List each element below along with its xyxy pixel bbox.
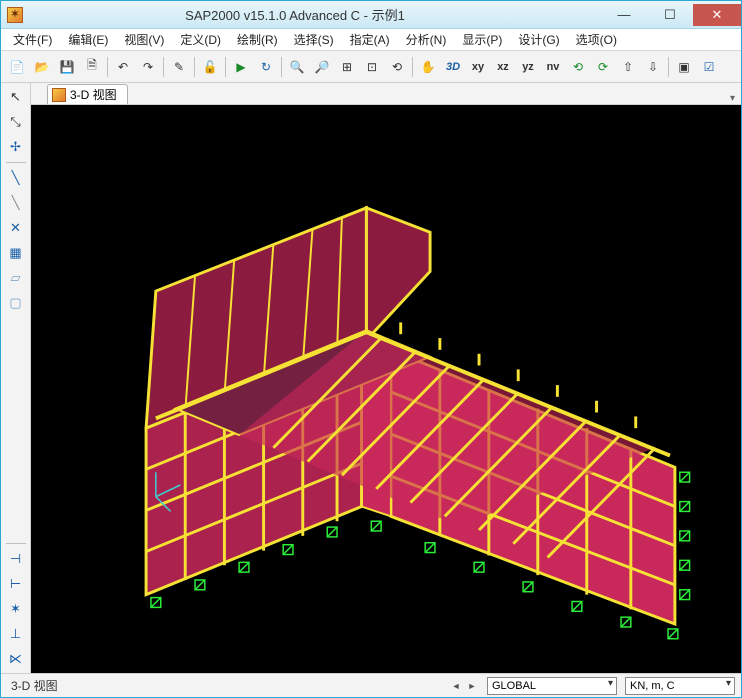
view-yz-button[interactable]: yz bbox=[516, 55, 540, 79]
view-xz-button[interactable]: xz bbox=[491, 55, 515, 79]
tab-strip: 3-D 视图 ▾ bbox=[31, 83, 741, 105]
status-view-label: 3-D 视图 bbox=[7, 677, 441, 694]
open-icon[interactable]: 📂 bbox=[30, 55, 54, 79]
menu-analyze[interactable]: 分析(N) bbox=[400, 29, 453, 50]
menu-define[interactable]: 定义(D) bbox=[174, 29, 227, 50]
run-icon[interactable]: ▶ bbox=[229, 55, 253, 79]
select-window-icon[interactable]: ▦ bbox=[4, 241, 28, 265]
viewport-wrap: 3-D 视图 ▾ bbox=[31, 83, 741, 673]
tab-icon bbox=[52, 88, 66, 102]
toolbar-separator bbox=[107, 57, 108, 77]
pan-icon[interactable]: ✋ bbox=[416, 55, 440, 79]
undo-icon[interactable]: ↶ bbox=[111, 55, 135, 79]
toolbar-separator bbox=[225, 57, 226, 77]
maximize-button[interactable]: ☐ bbox=[647, 4, 693, 26]
zoom-prev-icon[interactable]: ⟲ bbox=[385, 55, 409, 79]
zoom-out-icon[interactable]: 🔎 bbox=[310, 55, 334, 79]
toolbar-separator bbox=[412, 57, 413, 77]
zoom-extents-icon[interactable]: ⊡ bbox=[360, 55, 384, 79]
units-value: KN, m, C bbox=[630, 680, 675, 692]
quad-icon[interactable]: ▱ bbox=[4, 266, 28, 290]
snap-int-icon[interactable]: ✶ bbox=[4, 597, 28, 621]
square-icon[interactable]: ▢ bbox=[4, 291, 28, 315]
menu-assign[interactable]: 指定(A) bbox=[344, 29, 396, 50]
status-left-arrow[interactable]: ◄ bbox=[449, 679, 463, 693]
menu-edit[interactable]: 编辑(E) bbox=[62, 29, 114, 50]
left-separator bbox=[6, 543, 26, 544]
units-select[interactable]: KN, m, C bbox=[625, 677, 735, 695]
view-dropdown-icon[interactable]: ▾ bbox=[730, 93, 735, 104]
status-bar: 3-D 视图 ◄ ► GLOBAL KN, m, C bbox=[1, 673, 741, 697]
window-controls: — ☐ ✕ bbox=[601, 4, 741, 26]
object-icon[interactable]: ▣ bbox=[672, 55, 696, 79]
line-icon[interactable]: ╲ bbox=[4, 166, 28, 190]
menu-select[interactable]: 选择(S) bbox=[288, 29, 340, 50]
tab-3d-view[interactable]: 3-D 视图 bbox=[47, 84, 128, 104]
status-arrows: ◄ ► bbox=[449, 679, 479, 693]
main-toolbar: 📄 📂 💾 🗎 ↶ ↷ ✎ 🔓 ▶ ↻ 🔍 🔎 ⊞ ⊡ ⟲ ✋ 3D xy xz… bbox=[1, 51, 741, 83]
toolbar-separator bbox=[668, 57, 669, 77]
toolbar-separator bbox=[281, 57, 282, 77]
left-separator bbox=[6, 162, 26, 163]
menu-display[interactable]: 显示(P) bbox=[456, 29, 508, 50]
toolbar-separator bbox=[194, 57, 195, 77]
lock-icon[interactable]: 🔓 bbox=[198, 55, 222, 79]
arrow-up-icon[interactable]: ⇧ bbox=[616, 55, 640, 79]
window-title: SAP2000 v15.1.0 Advanced C - 示例1 bbox=[29, 5, 601, 24]
menu-file[interactable]: 文件(F) bbox=[7, 29, 58, 50]
close-button[interactable]: ✕ bbox=[693, 4, 741, 26]
node-cursor-icon[interactable]: ⤡ bbox=[4, 110, 28, 134]
xbrace-icon[interactable]: ✕ bbox=[4, 216, 28, 240]
tab-label: 3-D 视图 bbox=[70, 86, 117, 103]
refresh-icon[interactable]: ↻ bbox=[254, 55, 278, 79]
rotate-ccw-icon[interactable]: ⟲ bbox=[566, 55, 590, 79]
pointer-icon[interactable]: ↖ bbox=[4, 85, 28, 109]
zoom-in-icon[interactable]: 🔍 bbox=[285, 55, 309, 79]
snap-end-icon[interactable]: ⊣ bbox=[4, 547, 28, 571]
menu-draw[interactable]: 绘制(R) bbox=[231, 29, 284, 50]
coord-system-value: GLOBAL bbox=[492, 680, 536, 692]
redo-icon[interactable]: ↷ bbox=[136, 55, 160, 79]
left-toolbar: ↖ ⤡ ✢ ╲ ╲ ✕ ▦ ▱ ▢ ⊣ ⊢ ✶ ⊥ ⋉ bbox=[1, 83, 31, 673]
save-icon[interactable]: 💾 bbox=[55, 55, 79, 79]
snap-perp-icon[interactable]: ⊥ bbox=[4, 622, 28, 646]
toolbar-separator bbox=[163, 57, 164, 77]
check-icon[interactable]: ☑ bbox=[697, 55, 721, 79]
pencil-icon[interactable]: ✎ bbox=[167, 55, 191, 79]
line-dash-icon[interactable]: ╲ bbox=[4, 191, 28, 215]
menu-design[interactable]: 设计(G) bbox=[512, 29, 565, 50]
new-icon[interactable]: 📄 bbox=[5, 55, 29, 79]
view-3d-button[interactable]: 3D bbox=[441, 55, 465, 79]
menu-options[interactable]: 选项(O) bbox=[570, 29, 623, 50]
work-area: ↖ ⤡ ✢ ╲ ╲ ✕ ▦ ▱ ▢ ⊣ ⊢ ✶ ⊥ ⋉ 3-D 视图 ▾ bbox=[1, 83, 741, 673]
move-node-icon[interactable]: ✢ bbox=[4, 135, 28, 159]
coord-system-select[interactable]: GLOBAL bbox=[487, 677, 617, 695]
title-bar: ✶ SAP2000 v15.1.0 Advanced C - 示例1 — ☐ ✕ bbox=[1, 1, 741, 29]
status-right-arrow[interactable]: ► bbox=[465, 679, 479, 693]
app-icon: ✶ bbox=[7, 7, 23, 23]
view-xy-button[interactable]: xy bbox=[466, 55, 490, 79]
snap-mid-icon[interactable]: ⊢ bbox=[4, 572, 28, 596]
arrow-down-icon[interactable]: ⇩ bbox=[641, 55, 665, 79]
view-nv-button[interactable]: nv bbox=[541, 55, 565, 79]
viewport-3d[interactable] bbox=[31, 105, 741, 673]
model-3d bbox=[31, 105, 741, 673]
menu-view[interactable]: 视图(V) bbox=[118, 29, 170, 50]
zoom-window-icon[interactable]: ⊞ bbox=[335, 55, 359, 79]
rotate-cw-icon[interactable]: ⟳ bbox=[591, 55, 615, 79]
saveas-icon[interactable]: 🗎 bbox=[80, 55, 104, 79]
snap-near-icon[interactable]: ⋉ bbox=[4, 647, 28, 671]
minimize-button[interactable]: — bbox=[601, 4, 647, 26]
menu-bar: 文件(F) 编辑(E) 视图(V) 定义(D) 绘制(R) 选择(S) 指定(A… bbox=[1, 29, 741, 51]
